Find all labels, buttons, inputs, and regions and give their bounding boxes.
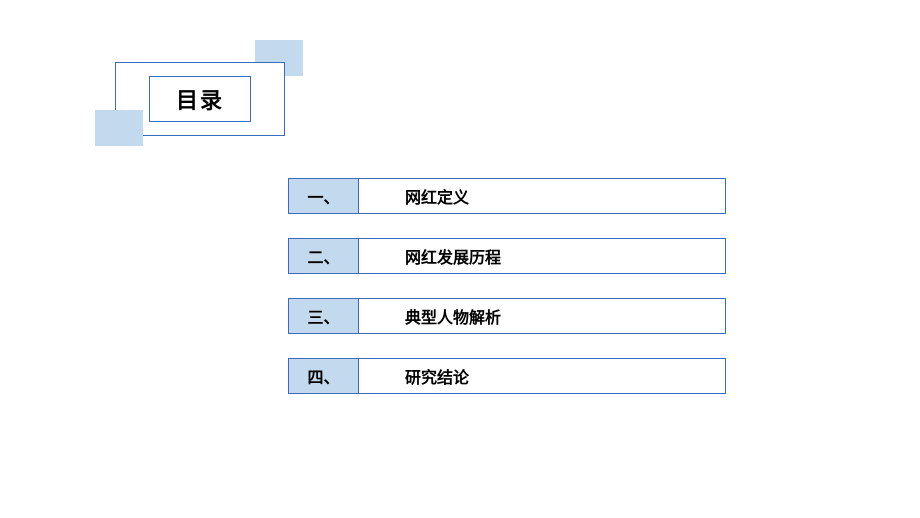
toc-item: 四、 研究结论 [288,358,726,394]
toc-item: 一、 网红定义 [288,178,726,214]
page-title: 目录 [149,76,251,122]
toc-item-label: 研究结论 [359,359,725,393]
toc-item-label: 网红发展历程 [359,239,725,273]
decorative-square-bottom [95,110,143,146]
toc-item-number: 二、 [289,239,359,273]
toc-item-number: 四、 [289,359,359,393]
table-of-contents: 一、 网红定义 二、 网红发展历程 三、 典型人物解析 四、 研究结论 [288,178,726,418]
toc-item: 二、 网红发展历程 [288,238,726,274]
toc-item-number: 一、 [289,179,359,213]
toc-item: 三、 典型人物解析 [288,298,726,334]
toc-item-label: 典型人物解析 [359,299,725,333]
toc-item-label: 网红定义 [359,179,725,213]
toc-item-number: 三、 [289,299,359,333]
